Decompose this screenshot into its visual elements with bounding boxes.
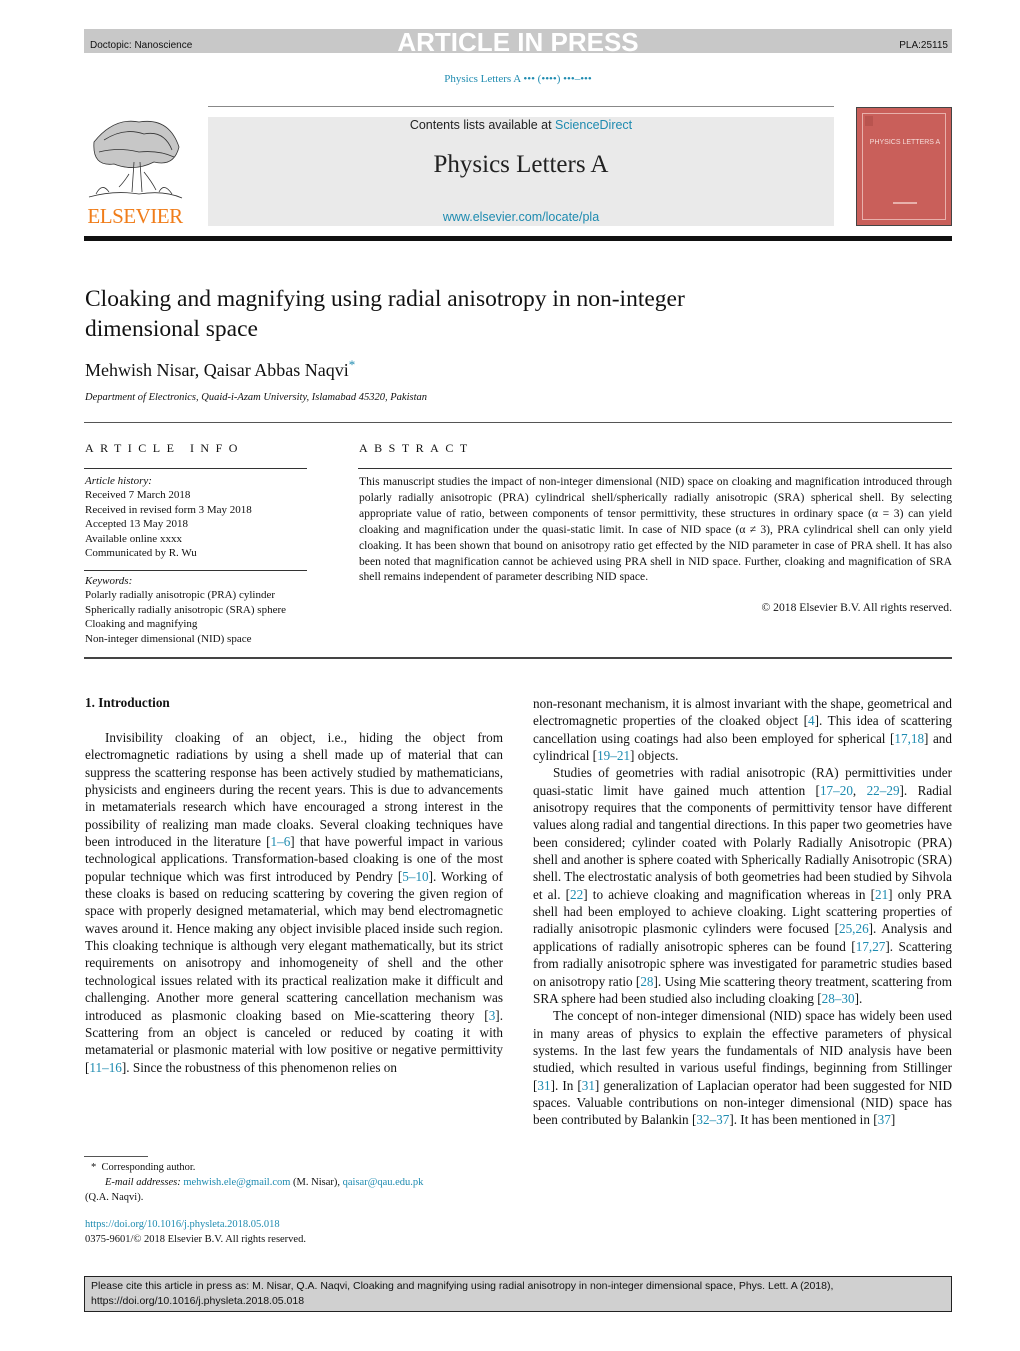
authors-names: Mehwish Nisar, Qaisar Abbas Naqvi [85,360,349,380]
reference-link[interactable]: 25,26 [839,921,869,936]
reference-link[interactable]: 19–21 [597,748,630,763]
keyword-item: Polarly radially anisotropic (PRA) cylin… [85,589,276,602]
history-item: Received 7 March 2018 [85,489,191,502]
reference-link[interactable]: 21 [875,887,888,902]
citation-box: Please cite this article in press as: M.… [84,1276,952,1312]
footnote-rule [84,1156,148,1157]
reference-link[interactable]: 28–30 [822,991,855,1006]
abstract-copyright: © 2018 Elsevier B.V. All rights reserved… [761,601,952,614]
divider [358,468,952,469]
body-paragraph: The concept of non-integer dimensional (… [533,1008,952,1128]
history-item: Received in revised form 3 May 2018 [85,503,252,516]
article-history: Article history: Received 7 March 2018 R… [85,474,252,560]
history-item: Communicated by R. Wu [85,547,197,560]
body-paragraph: Invisibility cloaking of an object, i.e.… [85,730,503,1075]
divider [84,422,952,423]
masthead-thick-rule [84,236,952,241]
keyword-item: Non-integer dimensional (NID) space [85,632,252,645]
article-title: Cloaking and magnifying using radial ani… [85,286,685,342]
affiliation: Department of Electronics, Quaid-i-Azam … [85,392,427,403]
reference-link[interactable]: 3 [489,1008,496,1023]
email-label: E-mail addresses: [105,1177,181,1188]
history-item: Accepted 13 May 2018 [85,518,188,531]
article-id: PLA:25115 [899,40,948,51]
reference-link[interactable]: 22 [570,887,583,902]
history-label: Article history: [85,475,152,487]
corresponding-author-note: Corresponding author. [101,1162,196,1173]
cover-title: PHYSICS LETTERS A [869,139,941,146]
journal-url-link[interactable]: www.elsevier.com/locate/pla [443,210,599,224]
masthead-box: Contents lists available at ScienceDirec… [208,117,834,226]
article-info-heading: ARTICLE INFO [85,441,244,455]
reference-link[interactable]: 4 [808,713,815,728]
corresponding-author-mark[interactable]: * [349,357,356,372]
reference-link[interactable]: 31 [582,1078,595,1093]
issn-copyright: 0375-9601/© 2018 Elsevier B.V. All right… [85,1234,306,1245]
reference-link[interactable]: 11–16 [89,1060,121,1075]
citation-text: Please cite this article in press as: M.… [91,1280,834,1307]
reference-link[interactable]: 22–29 [867,783,900,798]
doi-block: https://doi.org/10.1016/j.physleta.2018.… [85,1217,306,1247]
reference-link[interactable]: 5–10 [402,869,428,884]
abstract-text: This manuscript studies the impact of no… [359,475,952,584]
email-owner-nisar: (M. Nisar), [293,1177,340,1188]
section-heading-introduction: 1. Introduction [85,695,170,710]
keyword-item: Spherically radially anisotropic (SRA) s… [85,603,287,616]
journal-name: Physics Letters A [433,151,609,178]
elsevier-logo: ELSEVIER [84,112,186,230]
keyword-item: Cloaking and magnifying [85,618,198,631]
abstract-heading: ABSTRACT [359,441,474,455]
divider [84,468,307,469]
footnote: * Corresponding author. E-mail addresses… [85,1160,505,1205]
doi-link[interactable]: https://doi.org/10.1016/j.physleta.2018.… [85,1219,280,1230]
sciencedirect-link[interactable]: ScienceDirect [555,118,632,132]
keywords: Keywords: Polarly radially anisotropic (… [85,574,286,646]
reference-link[interactable]: 17–20 [820,783,853,798]
footnote-mark: * [91,1162,97,1173]
reference-link[interactable]: 28 [640,974,653,989]
email-link-nisar[interactable]: mehwish.ele@gmail.com [183,1177,290,1188]
article-in-press-banner: ARTICLE IN PRESS [397,27,639,57]
reference-link[interactable]: 1–6 [271,834,291,849]
history-item: Available online xxxx [85,532,182,545]
reference-link[interactable]: 17,18 [894,731,924,746]
journal-url-wrap: www.elsevier.com/locate/pla [208,210,834,224]
masthead-top-rule [208,106,834,107]
body-column-right: non-resonant mechanism, it is almost inv… [533,695,952,1129]
body-paragraph: non-resonant mechanism, it is almost inv… [533,696,953,764]
divider [84,570,307,571]
contents-prefix: Contents lists available at [409,118,556,132]
keywords-label: Keywords: [85,575,133,587]
body-paragraph: Studies of geometries with radial anisot… [533,765,953,1006]
reference-link[interactable]: 32–37 [696,1112,729,1127]
elsevier-tree-icon [88,120,183,199]
article-in-press-bar: Doctopic: Nanoscience ARTICLE IN PRESS P… [84,27,952,57]
email-link-naqvi[interactable]: qaisar@qau.edu.pk [343,1177,424,1188]
reference-link[interactable]: 37 [878,1112,891,1127]
journal-cover-thumbnail[interactable]: PHYSICS LETTERS A [856,107,952,226]
cover-frame: PHYSICS LETTERS A [862,113,946,220]
elsevier-wordmark: ELSEVIER [87,204,183,228]
journal-reference: Physics Letters A ••• (••••) •••–••• [444,73,592,85]
email-owner-naqvi: (Q.A. Naqvi). [85,1192,144,1203]
cover-logo-icon [865,116,873,126]
divider [84,657,952,659]
contents-line: Contents lists available at ScienceDirec… [208,118,834,132]
reference-link[interactable]: 17,27 [856,939,886,954]
reference-link[interactable]: 31 [537,1078,550,1093]
cover-footer-mark [893,202,917,204]
body-column-left: Invisibility cloaking of an object, i.e.… [85,729,503,1076]
author-list: Mehwish Nisar, Qaisar Abbas Naqvi* [85,357,355,381]
